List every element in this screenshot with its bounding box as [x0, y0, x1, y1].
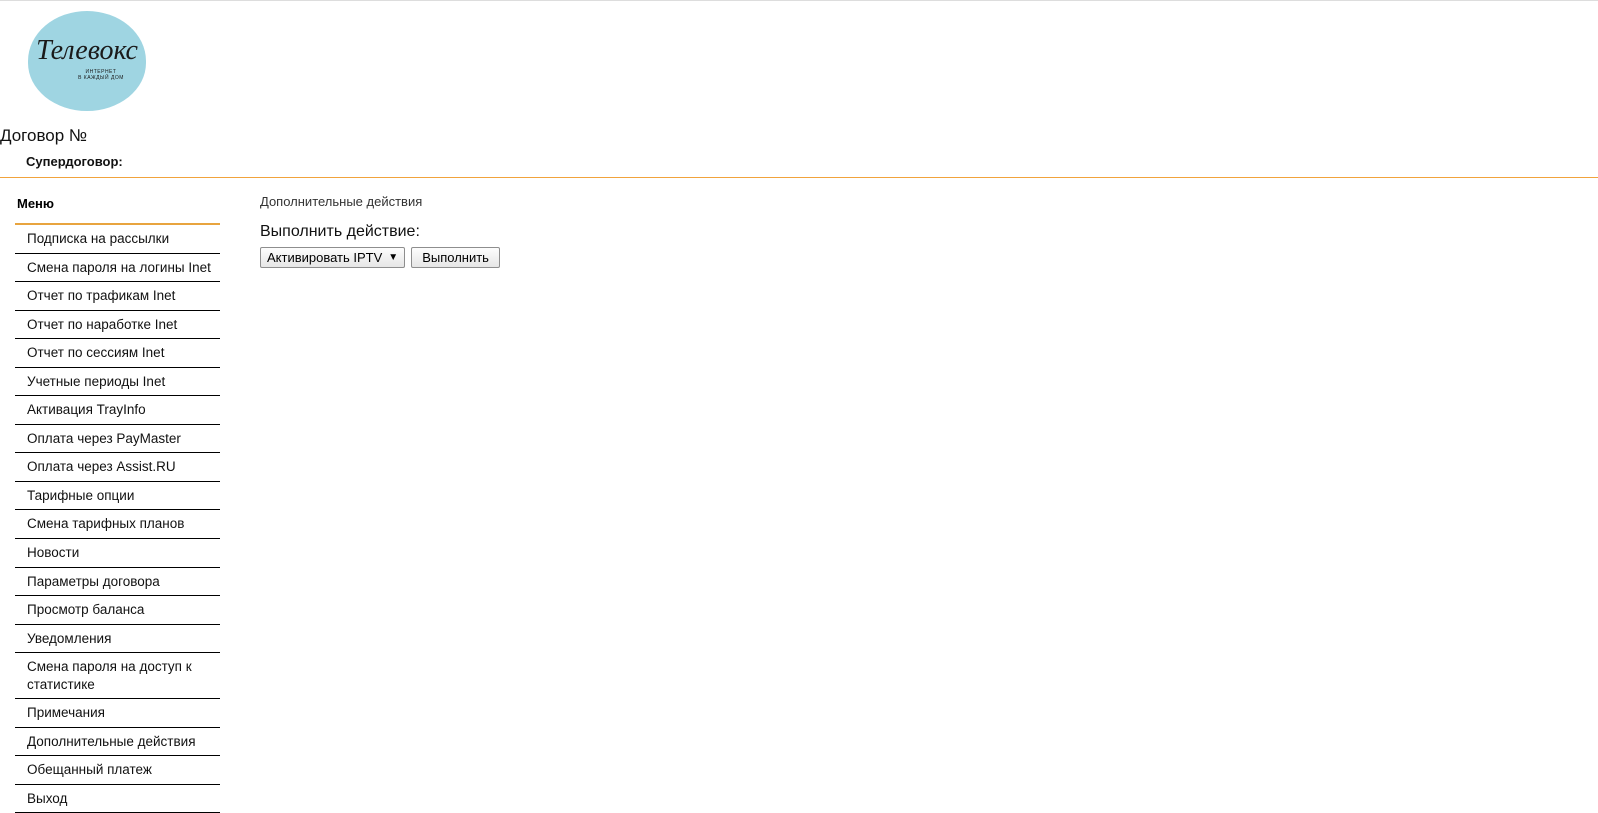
menu-item[interactable]: Отчет по трафикам Inet	[15, 282, 220, 311]
menu-title: Меню	[15, 192, 220, 223]
logo-subtext: ИНТЕРНЕТ В КАЖДЫЙ ДОМ	[78, 69, 124, 81]
menu-item[interactable]: Учетные периоды Inet	[15, 368, 220, 397]
content: Дополнительные действия Выполнить действ…	[220, 192, 1598, 813]
menu-list: Подписка на рассылкиСмена пароля на логи…	[15, 225, 220, 813]
menu-item[interactable]: Новости	[15, 539, 220, 568]
menu-item[interactable]: Подписка на рассылки	[15, 225, 220, 254]
submit-button[interactable]: Выполнить	[411, 247, 500, 268]
menu-item[interactable]: Оплата через PayMaster	[15, 425, 220, 454]
menu-item[interactable]: Выход	[15, 785, 220, 813]
menu-item[interactable]: Просмотр баланса	[15, 596, 220, 625]
menu-item[interactable]: Уведомления	[15, 625, 220, 654]
action-select[interactable]: Активировать IPTV ▼	[260, 247, 405, 268]
chevron-down-icon: ▼	[388, 253, 398, 263]
menu-item[interactable]: Отчет по сессиям Inet	[15, 339, 220, 368]
logo: Телевокс ИНТЕРНЕТ В КАЖДЫЙ ДОМ	[28, 11, 146, 111]
menu-item[interactable]: Обещанный платеж	[15, 756, 220, 785]
menu-item[interactable]: Примечания	[15, 699, 220, 728]
supercontract-label: Супердоговор:	[0, 150, 1598, 177]
menu-item[interactable]: Оплата через Assist.RU	[15, 453, 220, 482]
menu-item[interactable]: Отчет по наработке Inet	[15, 311, 220, 340]
logo-text: Телевокс	[36, 37, 138, 65]
menu-item[interactable]: Смена пароля на логины Inet	[15, 254, 220, 283]
header: Телевокс ИНТЕРНЕТ В КАЖДЫЙ ДОМ	[0, 1, 1598, 116]
menu-item[interactable]: Параметры договора	[15, 568, 220, 597]
menu-item[interactable]: Смена тарифных планов	[15, 510, 220, 539]
contract-number-label: Договор №	[0, 116, 1598, 150]
menu-item[interactable]: Дополнительные действия	[15, 728, 220, 757]
menu-item[interactable]: Активация TrayInfo	[15, 396, 220, 425]
menu-item[interactable]: Тарифные опции	[15, 482, 220, 511]
menu-item[interactable]: Смена пароля на доступ к статистике	[15, 653, 220, 699]
action-select-value: Активировать IPTV	[267, 250, 382, 265]
action-title: Выполнить действие:	[260, 223, 1598, 241]
breadcrumb: Дополнительные действия	[260, 194, 1598, 209]
sidebar: Меню Подписка на рассылкиСмена пароля на…	[0, 192, 220, 813]
